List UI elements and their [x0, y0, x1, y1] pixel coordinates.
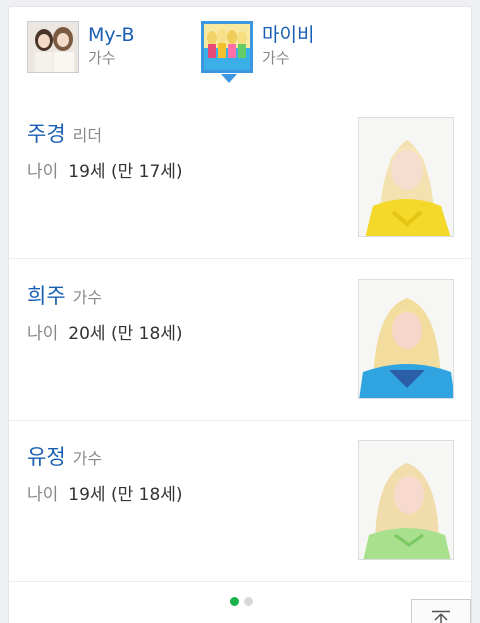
member-row[interactable]: 유정 가수 나이 19세 (만 18세)	[9, 420, 473, 582]
page-dot-active[interactable]	[229, 597, 239, 606]
member-role: 가수	[72, 288, 103, 307]
member-photo[interactable]	[358, 440, 454, 560]
age-value: 20세 (만 18세)	[68, 324, 183, 344]
age-label: 나이	[27, 485, 59, 505]
member-name[interactable]: 주경	[27, 118, 66, 148]
member-photo-icon	[359, 441, 453, 559]
group-tab-my-b[interactable]: My-B 가수	[27, 21, 135, 81]
member-photo[interactable]	[358, 279, 454, 399]
member-row[interactable]: 희주 가수 나이 20세 (만 18세)	[9, 259, 473, 421]
group-type: 가수	[88, 49, 116, 67]
age-value: 19세 (만 17세)	[68, 162, 183, 182]
member-role: 가수	[72, 449, 103, 468]
group-name: My-B	[88, 24, 135, 46]
page-indicator	[9, 597, 473, 611]
member-row[interactable]: 주경 리더 나이 19세 (만 17세)	[9, 97, 473, 259]
scroll-to-top-button[interactable]	[411, 599, 471, 623]
profile-card: My-B 가수 마이비 가수 주경 리더 나이 19세 (만 17세) 희주 가…	[8, 6, 473, 623]
member-photo[interactable]	[358, 117, 454, 237]
page-dot[interactable]	[243, 597, 253, 606]
member-name[interactable]: 유정	[27, 441, 66, 471]
group-thumbnail	[201, 21, 253, 73]
member-role: 리더	[72, 126, 103, 145]
group-photo-icon	[28, 22, 78, 72]
group-type: 가수	[262, 49, 290, 67]
arrow-up-icon	[432, 610, 450, 623]
age-label: 나이	[27, 162, 59, 182]
member-name[interactable]: 희주	[27, 280, 66, 310]
age-label: 나이	[27, 324, 59, 344]
group-tab-maibi[interactable]: 마이비 가수	[201, 21, 315, 83]
age-value: 19세 (만 18세)	[68, 485, 183, 505]
group-name: 마이비	[262, 24, 315, 46]
group-thumbnail	[27, 21, 79, 73]
group-photo-icon	[204, 24, 250, 70]
active-pointer-icon	[221, 74, 237, 83]
group-selector: My-B 가수 마이비 가수	[9, 7, 473, 97]
member-photo-icon	[359, 118, 453, 236]
member-photo-icon	[359, 280, 453, 398]
